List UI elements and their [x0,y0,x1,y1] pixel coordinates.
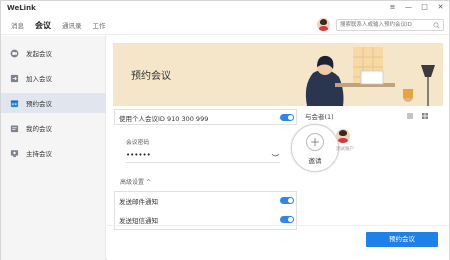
user-avatar[interactable] [317,18,330,31]
eye-closed-icon[interactable] [271,152,280,159]
book-meeting-button[interactable]: 预约会议 [366,232,438,247]
grid-view-icon[interactable] [422,113,428,119]
banner-illustration [243,43,443,106]
host-meeting-icon [10,149,19,157]
app-window: WeLink ≡ — □ ✕ 消息 会议 通讯录 工作 搜索联系人或输入预约会议… [0,0,450,260]
join-meeting-icon [10,74,19,82]
my-meetings-icon [10,124,19,132]
personal-meeting-id-label: 使用个人会议ID 910 300 999 [119,115,209,123]
sidebar-item-host-meeting[interactable]: 主持会议 [1,143,106,163]
header-banner: 预约会议 [113,43,443,106]
nav-tabs: 消息 会议 通讯录 工作 [11,20,106,31]
sidebar: 发起会议 加入会议 预约会议 我的会议 主持会议 [1,36,106,260]
search-box [336,19,444,31]
advanced-settings-toggle[interactable]: 高级设置 ^ [120,177,151,186]
email-notification-label: 发送邮件通知 [119,198,158,206]
sidebar-item-label: 主持会议 [26,150,52,158]
chevron-up-icon: ^ [146,179,152,186]
list-view-icon[interactable] [407,113,413,119]
email-notification-toggle[interactable] [280,197,294,204]
search-input[interactable] [337,20,431,30]
email-notification-row: 发送邮件通知 [115,192,295,210]
personal-meeting-id-toggle[interactable] [280,114,294,121]
password-label: 会议密码 [126,140,150,146]
close-icon[interactable]: ✕ [436,3,445,12]
start-meeting-icon [10,49,19,57]
tab-contacts[interactable]: 通讯录 [62,20,82,30]
plus-icon: + [306,133,324,151]
maximize-icon[interactable]: □ [420,3,429,12]
settings-menu-icon[interactable]: ≡ [388,3,397,12]
sidebar-item-start-meeting[interactable]: 发起会议 [1,43,106,63]
sidebar-item-label: 发起会议 [26,50,52,58]
password-value: •••••• [126,151,151,159]
advanced-settings-label: 高级设置 [120,179,145,186]
sms-notification-row: 发送短信通知 [115,211,295,229]
sidebar-item-label: 加入会议 [26,75,52,83]
sms-notification-toggle[interactable] [280,216,294,223]
title-bar: WeLink ≡ — □ ✕ [1,1,449,15]
sidebar-item-my-meetings[interactable]: 我的会议 [1,118,106,138]
participants-label: 与会者(1) [305,113,334,121]
top-nav: 消息 会议 通讯录 工作 [1,15,449,35]
sms-notification-label: 发送短信通知 [119,217,158,225]
participant-name: 测试账户 [336,147,354,152]
calendar-icon [10,99,19,107]
invite-button[interactable]: + 邀请 [291,124,339,172]
password-field[interactable]: •••••• [126,149,280,163]
personal-meeting-id-row: 使用个人会议ID 910 300 999 [114,109,297,125]
sidebar-item-join-meeting[interactable]: 加入会议 [1,68,106,88]
page-title: 预约会议 [131,71,171,82]
sidebar-item-label: 预约会议 [26,100,52,108]
tab-messages[interactable]: 消息 [11,20,24,30]
tab-work[interactable]: 工作 [93,20,106,30]
app-title: WeLink [7,4,36,12]
tab-meetings[interactable]: 会议 [35,20,51,31]
main-panel: 预约会议 使用个人会议ID 910 300 999 会议密码 •••••• 高级… [107,36,449,260]
search-icon[interactable] [433,22,440,29]
sidebar-item-label: 我的会议 [26,125,52,133]
sidebar-item-book-meeting[interactable]: 预约会议 [1,93,106,113]
participant-avatar[interactable] [336,129,350,143]
invite-label: 邀请 [308,157,322,165]
footer-divider [107,225,449,226]
window-controls: ≡ — □ ✕ [388,3,445,12]
minimize-icon[interactable]: — [404,3,413,12]
